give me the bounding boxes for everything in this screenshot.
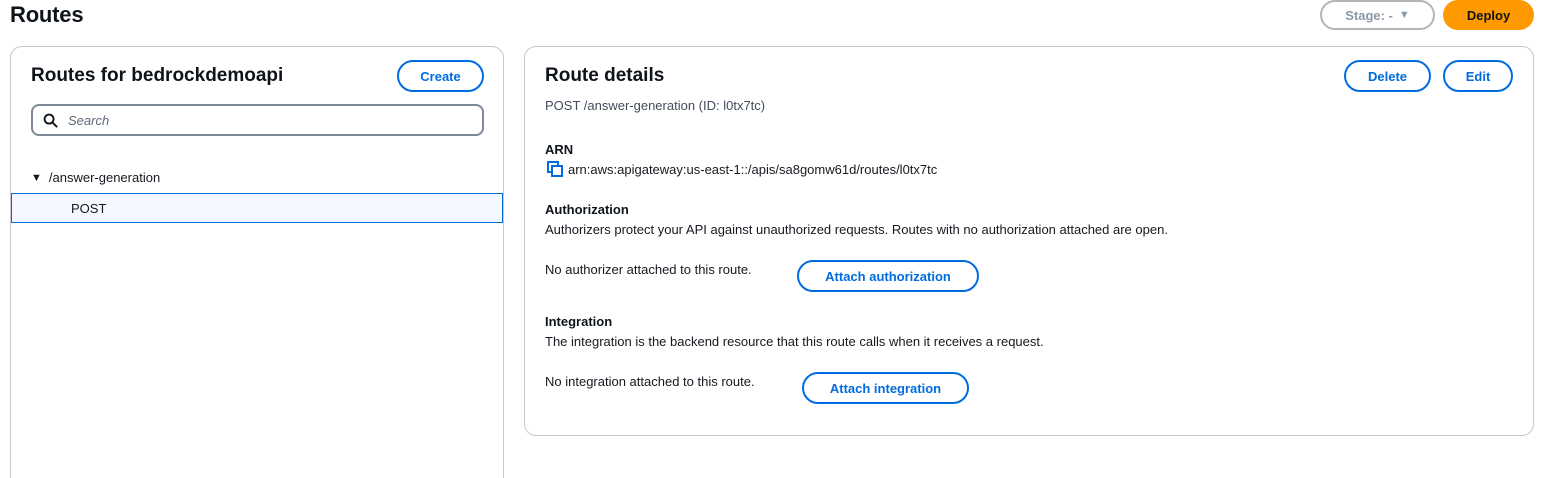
stage-label: Stage: - — [1345, 7, 1393, 23]
search-field[interactable] — [31, 104, 484, 136]
arn-row: arn:aws:apigateway:us-east-1::/apis/sa8g… — [547, 161, 937, 178]
authorization-status: No authorizer attached to this route. — [545, 262, 752, 277]
route-tree-item[interactable]: ▼ /answer-generation — [31, 170, 160, 185]
route-details-panel: Route details Delete Edit POST /answer-g… — [524, 46, 1534, 436]
attach-authorization-button[interactable]: Attach authorization — [797, 260, 979, 292]
authorization-label: Authorization — [545, 202, 629, 217]
route-method-item[interactable]: POST — [11, 193, 503, 223]
route-method-label: POST — [71, 200, 107, 216]
integration-label: Integration — [545, 314, 613, 329]
deploy-button[interactable]: Deploy — [1443, 0, 1534, 30]
delete-button[interactable]: Delete — [1344, 60, 1431, 92]
routes-panel-title: Routes for bedrockdemoapi — [31, 65, 284, 86]
arn-label: ARN — [545, 142, 574, 157]
authorization-description: Authorizers protect your API against una… — [545, 222, 1168, 237]
integration-status: No integration attached to this route. — [545, 374, 755, 389]
copy-icon[interactable] — [547, 161, 564, 178]
search-icon — [43, 113, 58, 128]
search-input[interactable] — [68, 112, 448, 128]
integration-description: The integration is the backend resource … — [545, 334, 1044, 349]
arn-value: arn:aws:apigateway:us-east-1::/apis/sa8g… — [568, 162, 938, 177]
route-details-title: Route details — [545, 65, 665, 86]
routes-panel: Routes for bedrockdemoapi Create ▼ /answ… — [10, 46, 504, 478]
attach-integration-button[interactable]: Attach integration — [802, 372, 969, 404]
page-title: Routes — [10, 2, 84, 27]
route-subtitle: POST /answer-generation (ID: l0tx7tc) — [545, 98, 766, 113]
caret-down-icon[interactable]: ▼ — [31, 172, 42, 184]
create-button[interactable]: Create — [397, 60, 484, 92]
caret-down-icon: ▼ — [1398, 9, 1410, 21]
stage-select[interactable]: Stage: - ▼ — [1320, 0, 1435, 30]
route-path: /answer-generation — [48, 170, 161, 185]
edit-button[interactable]: Edit — [1443, 60, 1513, 92]
